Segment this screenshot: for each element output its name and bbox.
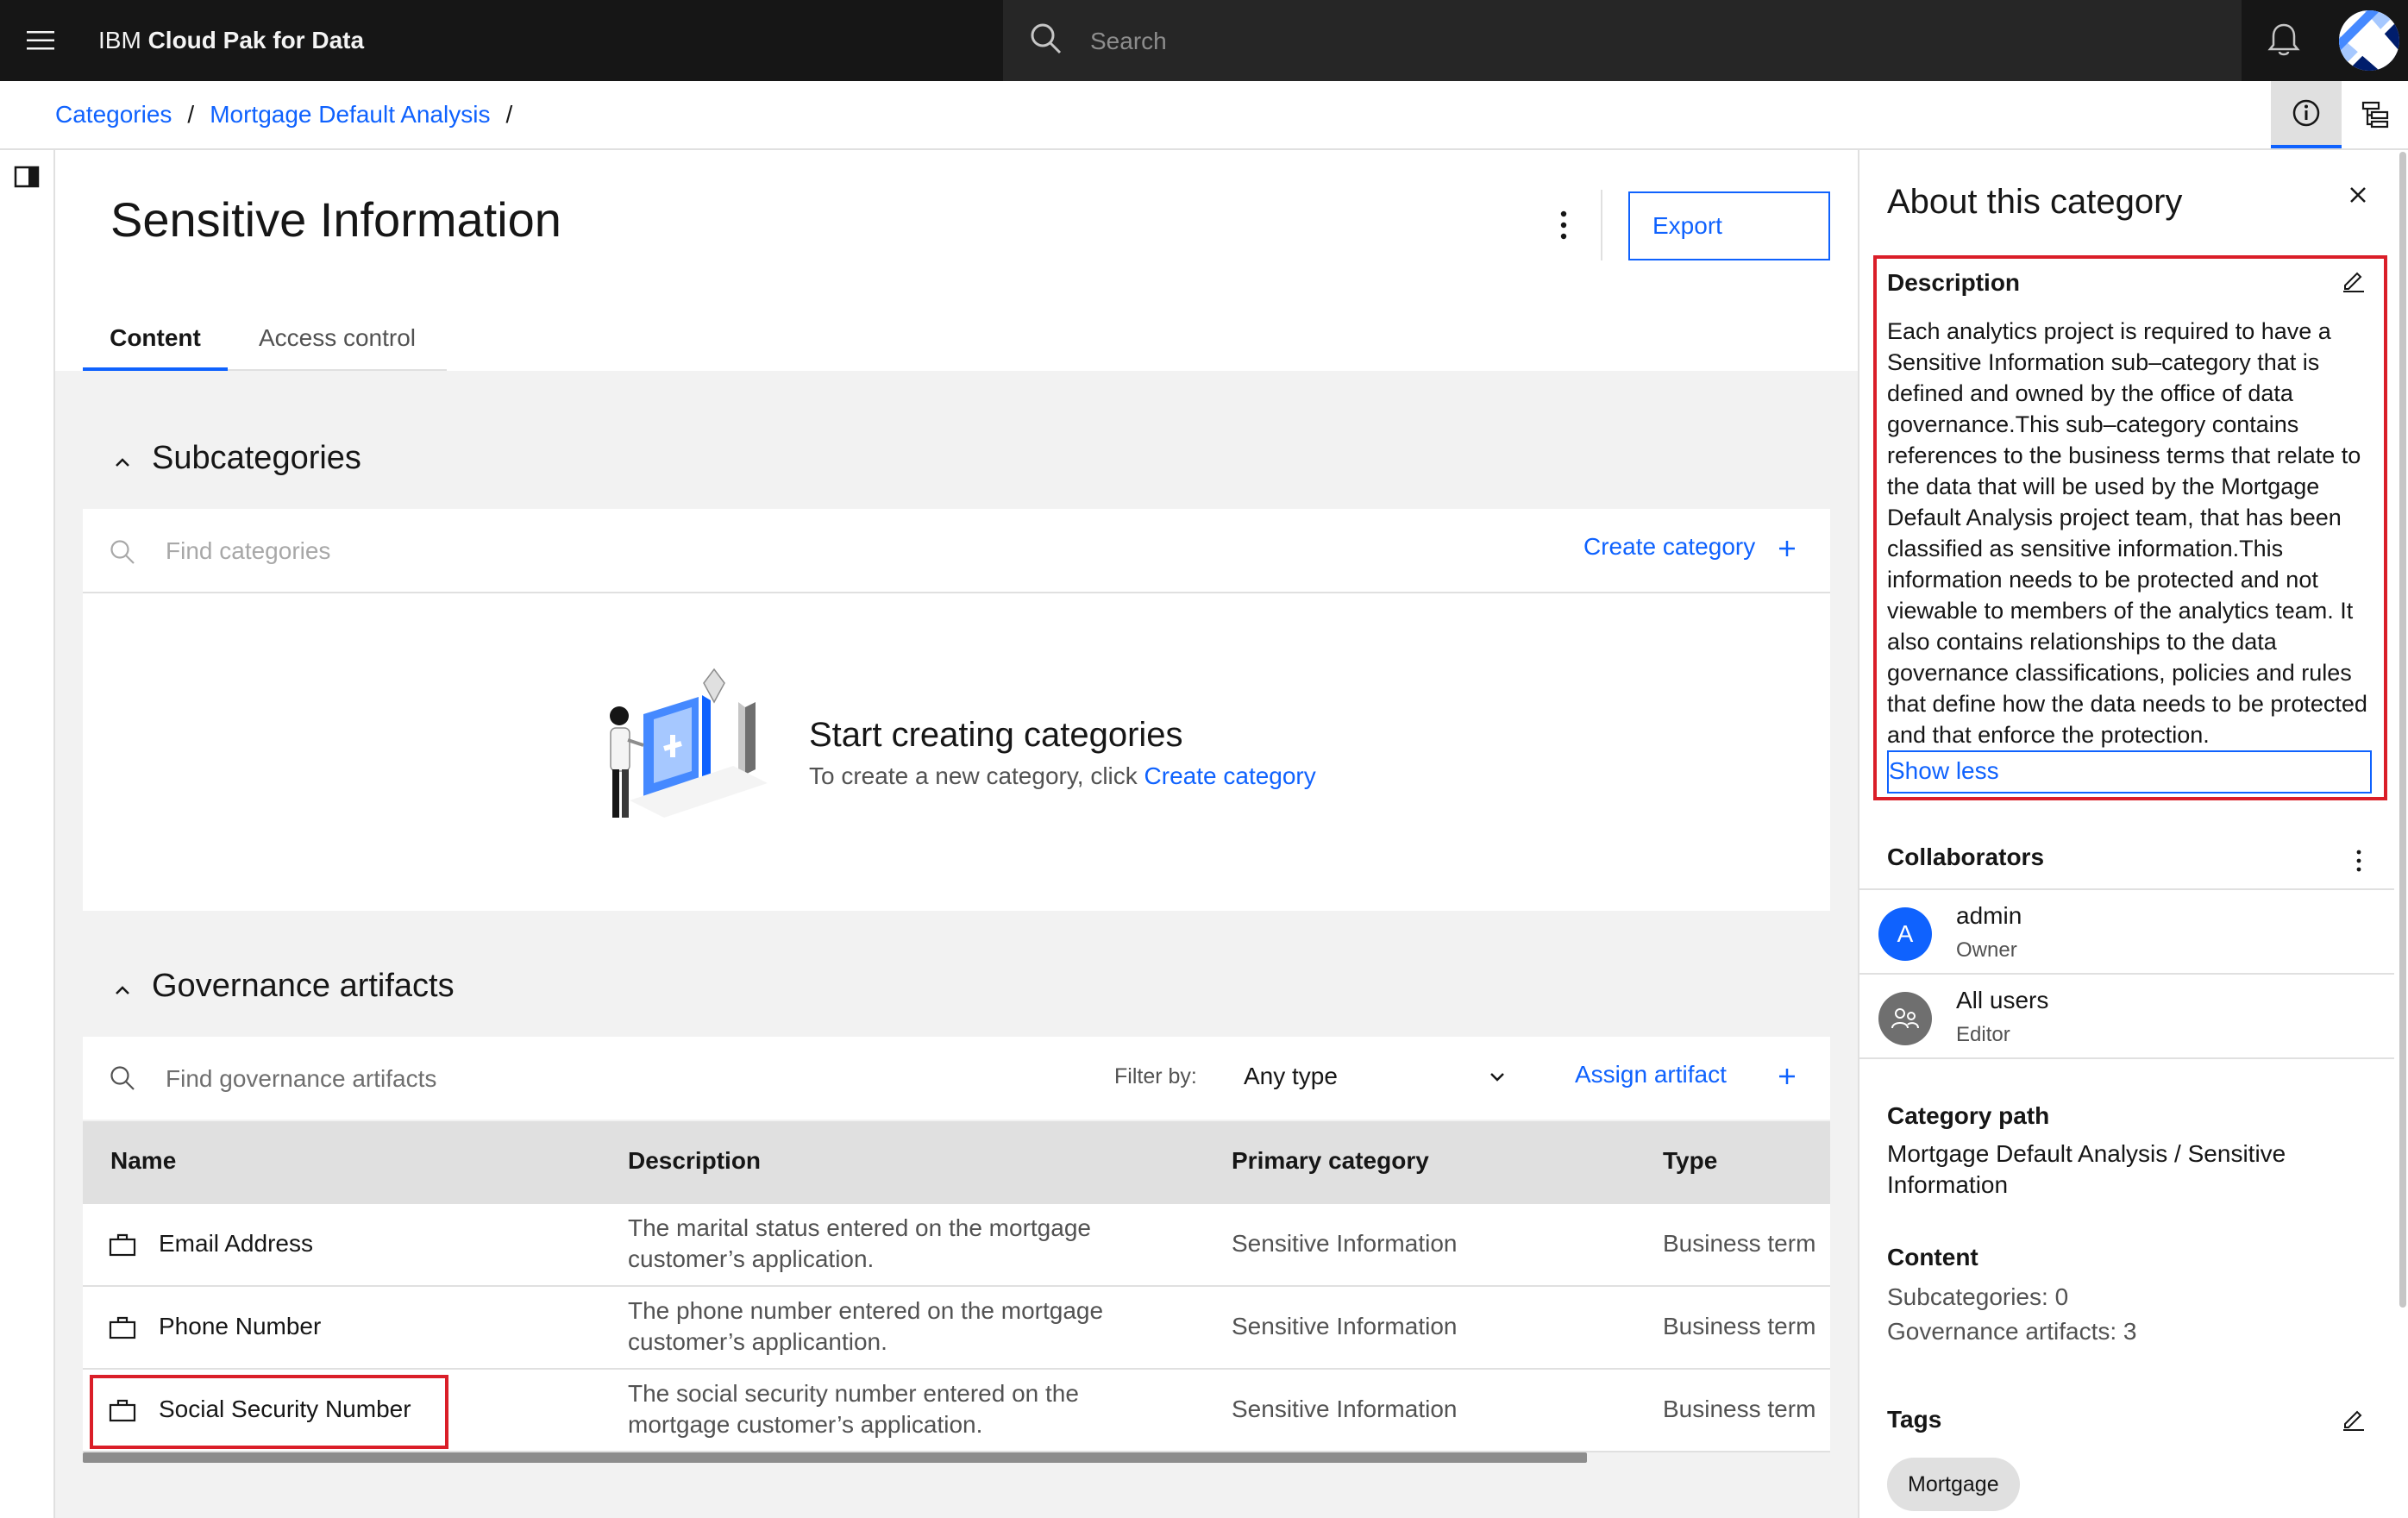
user-avatar-icon xyxy=(2339,10,2399,71)
collaborators-label: Collaborators xyxy=(1887,844,2045,870)
tab-access-control[interactable]: Access control xyxy=(228,316,447,371)
breadcrumb-categories[interactable]: Categories xyxy=(55,101,172,129)
artifact-type: Business term xyxy=(1663,1396,1816,1422)
search-icon[interactable] xyxy=(1029,22,1063,56)
artifact-type: Business term xyxy=(1663,1313,1816,1339)
add-icon[interactable] xyxy=(1777,538,1797,559)
chevron-up-icon[interactable] xyxy=(110,978,135,1002)
collaborator-name: admin xyxy=(1956,902,2022,929)
left-rail xyxy=(0,150,55,1518)
content-label: Content xyxy=(1887,1244,1978,1270)
tree-view-icon xyxy=(2361,101,2388,129)
artifact-type: Business term xyxy=(1663,1230,1816,1257)
info-icon xyxy=(2292,99,2320,127)
subcategories-heading[interactable]: Subcategories xyxy=(152,440,361,477)
category-path-value: Mortgage Default Analysis / Sensitive In… xyxy=(1887,1140,2286,1198)
artifact-primary-category: Sensitive Information xyxy=(1232,1230,1458,1257)
tags-label: Tags xyxy=(1887,1406,1942,1433)
table-row[interactable]: Phone Number The phone number entered on… xyxy=(83,1287,1830,1370)
column-header-description[interactable]: Description xyxy=(628,1147,761,1175)
about-panel-toggle[interactable] xyxy=(2271,81,2342,148)
artifact-description: The social security number entered on th… xyxy=(628,1380,1079,1438)
global-search-input[interactable] xyxy=(1088,21,2213,62)
notifications-button[interactable] xyxy=(2243,0,2324,81)
show-less-button[interactable]: Show less xyxy=(1887,750,2372,794)
empty-state-text: To create a new category, click Create c… xyxy=(809,762,1316,790)
assign-artifact-button[interactable]: Assign artifact xyxy=(1575,1061,1727,1088)
filter-label: Filter by: xyxy=(1114,1064,1197,1088)
brand-name: Cloud Pak for Data xyxy=(147,27,365,53)
search-icon xyxy=(110,1066,135,1090)
edit-icon[interactable] xyxy=(2341,1406,2367,1432)
empty-state-illustration xyxy=(610,668,768,818)
page-title: Sensitive Information xyxy=(110,192,561,247)
table-row[interactable]: Email Address The marital status entered… xyxy=(83,1204,1830,1287)
empty-state-instruction: To create a new category, click xyxy=(809,762,1138,789)
avatar: A xyxy=(1878,907,1932,961)
user-avatar-button[interactable] xyxy=(2334,5,2405,76)
collaborator-row[interactable]: A admin Owner xyxy=(1859,888,2394,973)
artifact-name[interactable]: Email Address xyxy=(159,1230,313,1258)
panel-scrollbar[interactable] xyxy=(2399,152,2406,1308)
hamburger-menu-button[interactable] xyxy=(0,0,81,81)
relationships-button[interactable] xyxy=(2342,81,2408,148)
brand-prefix: IBM xyxy=(98,27,141,53)
artifact-primary-category: Sensitive Information xyxy=(1232,1313,1458,1339)
briefcase-icon xyxy=(109,1233,136,1257)
highlight-box xyxy=(90,1375,448,1449)
breadcrumb-mortgage-default-analysis[interactable]: Mortgage Default Analysis xyxy=(210,101,490,129)
artifact-description: The phone number entered on the mortgage… xyxy=(628,1297,1104,1355)
table-header: Name Description Primary category Type xyxy=(83,1121,1830,1204)
collaborator-name: All users xyxy=(1956,987,2049,1013)
user-group-icon xyxy=(1891,1008,1919,1029)
hamburger-icon xyxy=(27,31,54,50)
governance-artifacts-count: Governance artifacts: 3 xyxy=(1887,1318,2137,1345)
artifact-name[interactable]: Phone Number xyxy=(159,1313,321,1340)
column-header-type[interactable]: Type xyxy=(1663,1147,1717,1175)
find-categories-input[interactable] xyxy=(164,533,944,569)
description-label: Description xyxy=(1887,269,2021,296)
create-category-button[interactable]: Create category xyxy=(1583,533,1755,561)
collaborators-menu-button[interactable] xyxy=(2348,845,2370,876)
create-category-link[interactable]: Create category xyxy=(1144,762,1316,789)
overflow-menu-icon xyxy=(2356,850,2361,872)
export-button[interactable]: Export xyxy=(1628,191,1830,260)
edit-icon[interactable] xyxy=(2341,267,2367,293)
side-panel-open-icon[interactable] xyxy=(14,164,40,190)
type-filter-value[interactable]: Any type xyxy=(1244,1063,1338,1090)
collaborator-role: Owner xyxy=(1956,938,2017,962)
artifact-description: The marital status entered on the mortga… xyxy=(628,1214,1091,1272)
column-header-name[interactable]: Name xyxy=(110,1147,176,1175)
add-icon[interactable] xyxy=(1777,1066,1797,1087)
breadcrumb: Categories / Mortgage Default Analysis / xyxy=(55,81,528,148)
close-panel-button[interactable] xyxy=(2341,178,2375,212)
collaborator-role: Editor xyxy=(1956,1023,2010,1046)
governance-artifacts-heading[interactable]: Governance artifacts xyxy=(152,968,455,1005)
breadcrumb-separator: / xyxy=(187,101,195,128)
overflow-menu-icon xyxy=(1560,210,1567,240)
tab-content[interactable]: Content xyxy=(83,316,228,371)
breadcrumb-separator: / xyxy=(505,101,513,128)
about-panel-title: About this category xyxy=(1887,183,2183,221)
product-name[interactable]: IBM Cloud Pak for Data xyxy=(98,0,364,81)
subcategories-count: Subcategories: 0 xyxy=(1887,1283,2069,1310)
horizontal-scrollbar[interactable] xyxy=(83,1452,1587,1463)
chevron-down-icon[interactable] xyxy=(1487,1066,1508,1087)
avatar xyxy=(1878,992,1932,1045)
collaborator-row[interactable]: All users Editor xyxy=(1859,973,2394,1059)
empty-state-title: Start creating categories xyxy=(809,716,1183,754)
more-options-button[interactable] xyxy=(1544,205,1583,245)
bell-icon xyxy=(2267,23,2300,56)
search-icon xyxy=(110,540,135,564)
close-icon xyxy=(2350,187,2366,203)
artifact-primary-category: Sensitive Information xyxy=(1232,1396,1458,1422)
find-governance-artifacts-input[interactable] xyxy=(164,1061,944,1097)
chevron-up-icon[interactable] xyxy=(110,450,135,474)
divider xyxy=(1601,190,1602,260)
category-path-label: Category path xyxy=(1887,1102,2050,1129)
briefcase-icon xyxy=(109,1316,136,1339)
description-text: Each analytics project is required to ha… xyxy=(1887,318,2367,748)
tag-chip[interactable]: Mortgage xyxy=(1887,1458,2020,1511)
column-header-primary-category[interactable]: Primary category xyxy=(1232,1147,1429,1175)
